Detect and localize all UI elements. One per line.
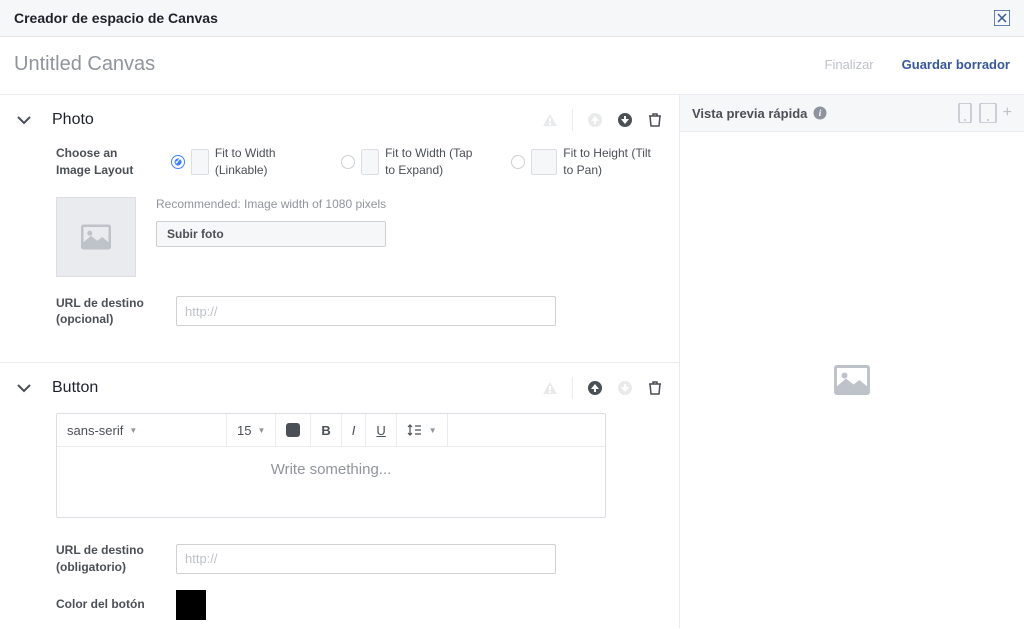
layout-option-fit-width-linkable[interactable]: Fit to Width (Linkable) bbox=[171, 145, 315, 179]
warning-button bbox=[542, 380, 558, 396]
bold-button[interactable]: B bbox=[311, 414, 341, 446]
layout-label: Choose an Image Layout bbox=[56, 145, 141, 179]
image-icon bbox=[81, 224, 111, 250]
font-family-select[interactable]: sans-serif ▼ bbox=[57, 414, 227, 446]
save-draft-button[interactable]: Guardar borrador bbox=[902, 57, 1010, 72]
modal-title: Creador de espacio de Canvas bbox=[14, 10, 218, 26]
arrow-down-icon bbox=[617, 380, 633, 396]
rich-text-editor: sans-serif ▼ 15 ▼ B I U ▼ bbox=[56, 413, 606, 518]
dropdown-icon: ▼ bbox=[429, 426, 437, 435]
tablet-icon bbox=[979, 103, 997, 123]
chevron-down-icon bbox=[16, 112, 32, 128]
modal-header: Creador de espacio de Canvas bbox=[0, 0, 1024, 37]
layout-thumb-icon bbox=[361, 149, 379, 175]
radio-icon bbox=[341, 155, 355, 169]
rte-body[interactable]: Write something... bbox=[57, 447, 605, 517]
info-icon[interactable] bbox=[813, 106, 827, 120]
trash-icon bbox=[647, 380, 663, 396]
move-down-button bbox=[617, 380, 633, 396]
finalize-button: Finalizar bbox=[825, 57, 874, 72]
italic-button[interactable]: I bbox=[342, 414, 367, 446]
section-title: Button bbox=[52, 379, 98, 397]
color-swatch-icon bbox=[286, 423, 300, 437]
layout-option-fit-height-tilt[interactable]: Fit to Height (Tilt to Pan) bbox=[511, 145, 663, 179]
move-down-button[interactable] bbox=[617, 112, 633, 128]
line-height-button[interactable]: ▼ bbox=[397, 414, 448, 446]
button-color-swatch[interactable] bbox=[176, 590, 206, 620]
layout-option-fit-width-expand[interactable]: Fit to Width (Tap to Expand) bbox=[341, 145, 485, 179]
underline-button[interactable]: U bbox=[366, 414, 396, 446]
url-label: URL de destino (obligatorio) bbox=[56, 542, 156, 576]
divider bbox=[572, 377, 573, 399]
move-up-button[interactable] bbox=[587, 380, 603, 396]
warning-icon bbox=[542, 380, 558, 396]
image-placeholder-icon bbox=[834, 365, 870, 395]
move-up-button bbox=[587, 112, 603, 128]
preview-label: Vista previa rápida bbox=[692, 106, 807, 121]
image-thumbnail-placeholder[interactable] bbox=[56, 197, 136, 277]
arrow-up-icon bbox=[587, 380, 603, 396]
arrow-up-icon bbox=[587, 112, 603, 128]
close-button[interactable] bbox=[994, 10, 1010, 26]
color-label: Color del botón bbox=[56, 596, 156, 613]
line-height-icon bbox=[407, 422, 423, 438]
preview-body bbox=[680, 132, 1024, 628]
rte-spacer bbox=[448, 414, 605, 446]
section-photo: Photo bbox=[0, 95, 679, 363]
editor-column: Photo bbox=[0, 95, 680, 628]
divider bbox=[572, 109, 573, 131]
dropdown-icon: ▼ bbox=[129, 426, 137, 435]
delete-button[interactable] bbox=[647, 380, 663, 396]
title-bar: Untitled Canvas Finalizar Guardar borrad… bbox=[0, 37, 1024, 95]
phone-icon bbox=[957, 103, 973, 123]
warning-button bbox=[542, 112, 558, 128]
upload-photo-button[interactable]: Subir foto bbox=[156, 221, 386, 247]
radio-icon bbox=[511, 155, 525, 169]
warning-icon bbox=[542, 112, 558, 128]
collapse-toggle-photo[interactable] bbox=[16, 112, 32, 128]
section-button: Button bbox=[0, 363, 679, 628]
radio-icon bbox=[171, 155, 185, 169]
font-size-select[interactable]: 15 ▼ bbox=[227, 414, 276, 446]
collapse-toggle-button[interactable] bbox=[16, 380, 32, 396]
dropdown-icon: ▼ bbox=[257, 426, 265, 435]
close-icon bbox=[994, 10, 1010, 26]
upload-hint: Recommended: Image width of 1080 pixels bbox=[156, 197, 386, 211]
text-color-button[interactable] bbox=[276, 414, 311, 446]
canvas-title-input[interactable]: Untitled Canvas bbox=[14, 53, 155, 76]
trash-icon bbox=[647, 112, 663, 128]
chevron-down-icon bbox=[16, 380, 32, 396]
section-title: Photo bbox=[52, 111, 94, 129]
photo-url-input[interactable] bbox=[176, 296, 556, 326]
layout-thumb-icon bbox=[191, 149, 209, 175]
device-tablet-button[interactable] bbox=[979, 103, 997, 123]
add-device-button[interactable]: + bbox=[1003, 104, 1012, 122]
device-phone-button[interactable] bbox=[957, 103, 973, 123]
url-label: URL de destino (opcional) bbox=[56, 295, 156, 329]
layout-thumb-icon bbox=[531, 149, 557, 175]
delete-button[interactable] bbox=[647, 112, 663, 128]
preview-pane: Vista previa rápida + bbox=[680, 95, 1024, 628]
button-url-input[interactable] bbox=[176, 544, 556, 574]
rte-toolbar: sans-serif ▼ 15 ▼ B I U ▼ bbox=[57, 414, 605, 447]
arrow-down-icon bbox=[617, 112, 633, 128]
